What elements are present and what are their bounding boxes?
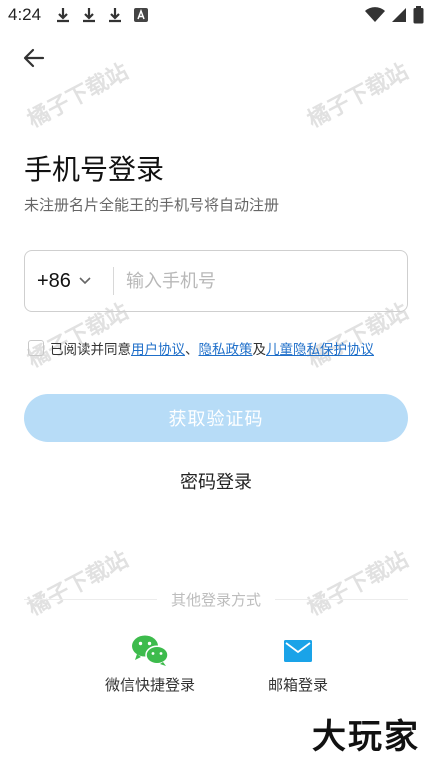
wechat-login-label: 微信快捷登录 xyxy=(104,676,195,694)
email-login-label: 邮箱登录 xyxy=(267,676,328,694)
country-code-value: +86 xyxy=(37,269,71,292)
divider-line xyxy=(275,598,409,600)
get-code-button[interactable]: 获取验证码 xyxy=(24,394,408,442)
email-login-button[interactable]: 邮箱登录 xyxy=(238,634,358,695)
divider-line xyxy=(24,598,157,600)
battery-icon xyxy=(413,6,424,24)
status-bar: 4:24 xyxy=(0,0,432,30)
signal-icon xyxy=(392,8,406,22)
wechat-login-button[interactable]: 微信快捷登录 xyxy=(90,634,210,695)
other-login-divider: 其他登录方式 xyxy=(24,588,409,610)
status-notification-icons xyxy=(54,6,150,24)
download-icon xyxy=(57,8,69,23)
phone-number-input[interactable] xyxy=(114,251,407,311)
password-login-link[interactable]: 密码登录 xyxy=(0,468,432,494)
a-box-icon xyxy=(134,8,148,22)
page-title: 手机号登录 xyxy=(24,153,165,186)
agreement-separator: 及 xyxy=(252,342,267,358)
brand-watermark: 大玩家 xyxy=(312,717,420,757)
agreement-checkbox[interactable] xyxy=(28,340,44,356)
other-login-label: 其他登录方式 xyxy=(171,590,262,609)
download-icon xyxy=(83,8,95,23)
page-subtitle: 未注册名片全能王的手机号将自动注册 xyxy=(24,196,280,214)
wechat-icon xyxy=(132,635,169,666)
agreement-separator: 、 xyxy=(185,342,199,358)
phone-input-box: +86 xyxy=(24,250,408,312)
country-code-selector[interactable]: +86 xyxy=(25,251,113,311)
user-agreement-link[interactable]: 用户协议 xyxy=(131,338,185,358)
wifi-icon xyxy=(365,7,385,22)
child-privacy-link[interactable]: 儿童隐私保护协议 xyxy=(266,338,374,358)
email-icon xyxy=(284,640,312,662)
arrow-left-icon xyxy=(23,48,45,68)
watermark: 橘子下载站 xyxy=(303,59,413,134)
download-icon xyxy=(109,8,121,23)
back-button[interactable] xyxy=(18,42,50,74)
privacy-policy-link[interactable]: 隐私政策 xyxy=(199,338,253,358)
chevron-down-icon xyxy=(79,277,91,285)
status-time: 4:24 xyxy=(8,5,42,24)
agreement-prefix: 已阅读并同意 xyxy=(50,342,131,358)
agreement-row: 已阅读并同意 用户协议 、 隐私政策 及 儿童隐私保护协议 xyxy=(28,338,374,358)
status-system-icons xyxy=(365,6,424,24)
